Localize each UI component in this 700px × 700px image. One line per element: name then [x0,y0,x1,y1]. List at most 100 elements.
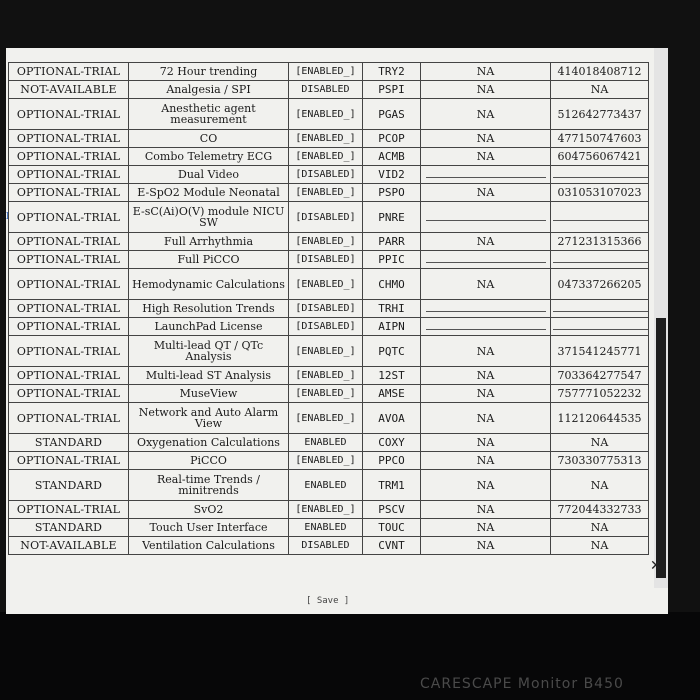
table-row[interactable]: NOT-AVAILABLE Analgesia / SPI DISABLED PSPI… [8,80,649,99]
state-cell[interactable]: DISABLED [288,80,363,99]
feature-cell: Touch User Interface [128,518,289,537]
table-row[interactable]: OPTIONAL-TRIAL PiCCO [ENABLED_] PPCO NA 73033… [8,451,649,470]
table-row[interactable]: OPTIONAL-TRIAL Full Arrhythmia [ENABLED_] P… [8,232,649,251]
key-cell: NA [420,183,551,202]
state-cell[interactable]: [ENABLED_] [288,129,363,148]
key-cell: NA [420,80,551,99]
state-cell[interactable]: [ENABLED_] [288,183,363,202]
entry-line[interactable] [425,212,546,221]
table-row[interactable]: OPTIONAL-TRIAL Anesthetic agent measureme… [8,98,649,130]
entry-line[interactable] [553,169,648,178]
state-cell[interactable]: ENABLED [288,518,363,537]
feature-cell: High Resolution Trends [128,299,289,318]
state-cell[interactable]: [DISABLED] [288,317,363,336]
feature-cell: LaunchPad License [128,317,289,336]
table-row[interactable]: OPTIONAL-TRIAL Network and Auto Alarm Vie… [8,402,649,434]
table-row[interactable]: STANDARD Real-time Trends / minitrends ENA… [8,469,649,501]
code-cell: VID2 [362,165,421,184]
table-row[interactable]: OPTIONAL-TRIAL Multi-lead ST Analysis [ENA… [8,366,649,385]
status-cell: NOT-AVAILABLE [8,536,129,555]
key-cell: NA [420,335,551,367]
status-cell: OPTIONAL-TRIAL [8,165,129,184]
table-row[interactable]: OPTIONAL-TRIAL E-sC(Ai)O(V) module NICU S… [8,201,649,233]
table-row[interactable]: OPTIONAL-TRIAL CO [ENABLED_] PCOP NA 47715074… [8,129,649,148]
state-cell[interactable]: [ENABLED_] [288,98,363,130]
key-cell: NA [420,384,551,403]
code-cell: PNRE [362,201,421,233]
table-row[interactable]: OPTIONAL-TRIAL Hemodynamic Calculations [E… [8,268,649,300]
key-cell [420,201,551,233]
code-cell: AIPN [362,317,421,336]
close-icon[interactable]: ✕ [650,558,662,574]
entry-line[interactable] [425,169,546,178]
key-cell: NA [420,402,551,434]
state-cell[interactable]: [ENABLED_] [288,147,363,166]
entry-line[interactable] [425,303,546,312]
entry-line[interactable] [425,321,546,330]
status-cell: OPTIONAL-TRIAL [8,317,129,336]
entry-line[interactable] [553,212,648,221]
feature-cell: Network and Auto Alarm View [128,402,289,434]
table-row[interactable]: OPTIONAL-TRIAL MuseView [ENABLED_] AMSE NA 75… [8,384,649,403]
state-cell[interactable]: [ENABLED_] [288,268,363,300]
state-cell[interactable]: [ENABLED_] [288,232,363,251]
key-cell: NA [420,500,551,519]
table-row[interactable]: OPTIONAL-TRIAL Multi-lead QT / QTc Analys… [8,335,649,367]
code-cell: PQTC [362,335,421,367]
key-cell: NA [420,536,551,555]
state-cell[interactable]: [ENABLED_] [288,366,363,385]
entry-line[interactable] [425,254,546,263]
software-options-table: OPTIONAL-TRIAL 72 Hour trending [ENABLED_]… [8,62,649,555]
table-row[interactable]: OPTIONAL-TRIAL E-SpO2 Module Neonatal [ENA… [8,183,649,202]
status-cell: OPTIONAL-TRIAL [8,62,129,81]
value-cell: 604756067421 [550,147,649,166]
feature-cell: E-SpO2 Module Neonatal [128,183,289,202]
state-cell[interactable]: [ENABLED_] [288,384,363,403]
entry-line[interactable] [553,303,648,312]
table-row[interactable]: OPTIONAL-TRIAL Dual Video [DISABLED] VID2 [8,165,649,184]
state-cell[interactable]: [ENABLED_] [288,335,363,367]
table-row[interactable]: OPTIONAL-TRIAL LaunchPad License [DISABLED… [8,317,649,336]
code-cell: 12ST [362,366,421,385]
table-row[interactable]: OPTIONAL-TRIAL SvO2 [ENABLED_] PSCV NA 772044… [8,500,649,519]
table-row[interactable]: OPTIONAL-TRIAL Full PiCCO [DISABLED] PPIC [8,250,649,269]
value-cell: NA [550,80,649,99]
state-cell[interactable]: [DISABLED] [288,201,363,233]
code-cell: PSPO [362,183,421,202]
entry-line[interactable] [553,321,648,330]
state-cell[interactable]: [DISABLED] [288,299,363,318]
state-cell[interactable]: [ENABLED_] [288,402,363,434]
table-row[interactable]: STANDARD Touch User Interface ENABLED TOUC N… [8,518,649,537]
state-cell[interactable]: ENABLED [288,469,363,501]
scrollbar-thumb[interactable] [656,318,666,578]
table-row[interactable]: NOT-AVAILABLE Ventilation Calculations DIS… [8,536,649,555]
table-row[interactable]: OPTIONAL-TRIAL Combo Telemetry ECG [ENABLE… [8,147,649,166]
state-cell[interactable]: [ENABLED_] [288,500,363,519]
state-cell[interactable]: DISABLED [288,536,363,555]
value-cell: 371541245771 [550,335,649,367]
value-cell: 757771052232 [550,384,649,403]
table-row[interactable]: OPTIONAL-TRIAL 72 Hour trending [ENABLED_]… [8,62,649,81]
entry-line[interactable] [553,254,648,263]
value-cell [550,201,649,233]
feature-cell: Dual Video [128,165,289,184]
save-button[interactable]: [ Save ] [306,596,349,606]
key-cell: NA [420,232,551,251]
key-cell: NA [420,433,551,452]
state-cell[interactable]: [ENABLED_] [288,62,363,81]
value-cell: 271231315366 [550,232,649,251]
state-cell[interactable]: [DISABLED] [288,250,363,269]
status-cell: STANDARD [8,469,129,501]
software-options-table-wrap: OPTIONAL-TRIAL 72 Hour trending [ENABLED_]… [8,62,649,555]
state-cell[interactable]: [DISABLED] [288,165,363,184]
table-row[interactable]: OPTIONAL-TRIAL High Resolution Trends [DIS… [8,299,649,318]
code-cell: PSCV [362,500,421,519]
table-row[interactable]: STANDARD Oxygenation Calculations ENABLED C… [8,433,649,452]
feature-cell: Anesthetic agent measurement [128,98,289,130]
key-cell: NA [420,62,551,81]
state-cell[interactable]: ENABLED [288,433,363,452]
code-cell: ACMB [362,147,421,166]
scrollbar-track[interactable] [654,48,668,588]
status-cell: OPTIONAL-TRIAL [8,98,129,130]
state-cell[interactable]: [ENABLED_] [288,451,363,470]
